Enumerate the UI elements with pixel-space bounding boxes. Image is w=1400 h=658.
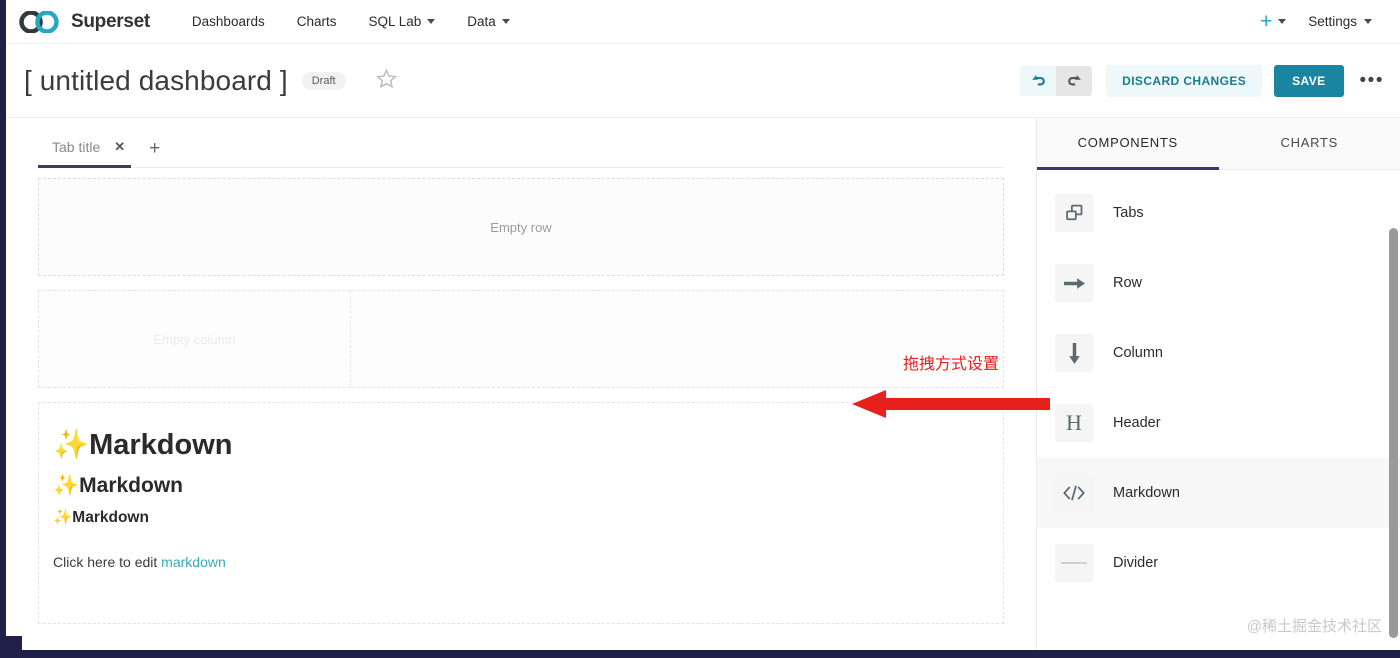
component-item-row-label: Row xyxy=(1113,275,1143,291)
markdown-edit-hint-text: Click here to edit xyxy=(53,553,162,570)
close-icon[interactable]: ✕ xyxy=(114,139,125,155)
component-item-row[interactable]: Row xyxy=(1037,248,1400,318)
markdown-edit-hint: Click here to edit markdown xyxy=(53,554,981,570)
nav-link-sql-lab-label: SQL Lab xyxy=(368,14,422,29)
top-navbar: Superset Dashboards Charts SQL Lab Data … xyxy=(6,0,1400,44)
nav-link-sql-lab[interactable]: SQL Lab xyxy=(352,8,451,35)
dashboard-header-actions: DISCARD CHANGES SAVE ••• xyxy=(1020,64,1384,97)
component-item-markdown-label: Markdown xyxy=(1113,485,1180,501)
discard-changes-button[interactable]: DISCARD CHANGES xyxy=(1106,64,1263,97)
builder-side-panel: COMPONENTS CHARTS Tabs Row Column H Head… xyxy=(1036,118,1400,650)
watermark: @稀土掘金技术社区 xyxy=(1246,618,1382,635)
nav-link-data[interactable]: Data xyxy=(451,8,526,35)
chevron-down-icon xyxy=(1364,19,1372,24)
empty-column-label: Empty column xyxy=(153,331,236,347)
side-panel-scrollbar[interactable] xyxy=(1389,228,1398,638)
component-item-column[interactable]: Column xyxy=(1037,318,1400,388)
markdown-component[interactable]: ✨Markdown ✨Markdown ✨Markdown Click here… xyxy=(38,402,1004,624)
divider-icon xyxy=(1055,544,1093,582)
page-title[interactable]: [ untitled dashboard ] xyxy=(24,65,288,97)
more-options-icon[interactable]: ••• xyxy=(1360,71,1384,90)
add-tab-icon[interactable]: + xyxy=(149,139,160,158)
component-item-divider[interactable]: Divider xyxy=(1037,528,1400,598)
favorite-star-icon[interactable] xyxy=(375,68,397,93)
nav-link-data-label: Data xyxy=(467,14,496,29)
redo-button[interactable] xyxy=(1056,65,1093,96)
browser-frame-bottom-edge xyxy=(0,650,1400,658)
tabs-icon xyxy=(1055,194,1093,232)
component-item-divider-label: Divider xyxy=(1113,555,1159,571)
superset-logo-icon xyxy=(18,9,62,34)
component-item-header-label: Header xyxy=(1113,415,1161,431)
tab-title-label: Tab title xyxy=(52,139,101,155)
dashboard-header: [ untitled dashboard ] Draft DISCARD CHA… xyxy=(6,44,1400,118)
component-list: Tabs Row Column H Header Markdown Divide… xyxy=(1037,170,1400,638)
component-item-column-label: Column xyxy=(1113,345,1163,361)
chevron-down-icon xyxy=(1278,19,1287,24)
tab-components-label: COMPONENTS xyxy=(1077,135,1178,150)
svg-text:H: H xyxy=(1066,411,1082,435)
nav-link-charts-label: Charts xyxy=(296,14,337,29)
new-item-button[interactable]: + xyxy=(1252,8,1294,35)
side-panel-tabs: COMPONENTS CHARTS xyxy=(1037,118,1400,170)
markdown-heading-2: ✨Markdown xyxy=(53,474,183,498)
dashboard-tab-item[interactable]: Tab title ✕ xyxy=(38,131,132,168)
save-button[interactable]: SAVE xyxy=(1274,64,1344,97)
brand[interactable]: Superset xyxy=(18,9,150,34)
tab-charts-label: CHARTS xyxy=(1280,135,1338,150)
row-icon xyxy=(1055,264,1093,302)
tab-components[interactable]: COMPONENTS xyxy=(1037,118,1219,170)
markdown-heading-3: ✨Markdown xyxy=(53,508,149,526)
column-icon xyxy=(1055,334,1093,372)
empty-row-dropzone[interactable]: Empty row xyxy=(38,178,1004,276)
empty-row-label: Empty row xyxy=(490,219,552,235)
markdown-icon xyxy=(1055,474,1093,512)
component-item-tabs-label: Tabs xyxy=(1113,205,1144,221)
empty-column-dropzone[interactable]: Empty column xyxy=(39,291,351,387)
nav-link-dashboards-label: Dashboards xyxy=(191,14,265,29)
component-item-tabs[interactable]: Tabs xyxy=(1037,178,1400,248)
nav-links: Dashboards Charts SQL Lab Data xyxy=(176,8,526,35)
settings-menu-button[interactable]: Settings xyxy=(1298,8,1382,35)
markdown-heading-1: ✨Markdown xyxy=(53,429,233,461)
superset-dashboard-editor: Superset Dashboards Charts SQL Lab Data … xyxy=(0,0,1400,658)
markdown-edit-link[interactable]: markdown xyxy=(161,554,226,570)
plus-icon: + xyxy=(1259,10,1273,33)
settings-label: Settings xyxy=(1308,14,1357,29)
nav-link-dashboards[interactable]: Dashboards xyxy=(176,8,281,35)
nav-link-charts[interactable]: Charts xyxy=(281,8,353,35)
browser-frame-left-edge xyxy=(0,0,6,658)
undo-button[interactable] xyxy=(1020,65,1057,96)
annotation-arrow-icon xyxy=(852,386,1052,427)
component-item-header[interactable]: H Header xyxy=(1037,388,1400,458)
dashboard-tabs-bar: Tab title ✕ + xyxy=(38,118,1004,168)
component-item-markdown[interactable]: Markdown xyxy=(1037,458,1400,528)
annotation-drag-note: 拖拽方式设置 xyxy=(903,356,1000,373)
brand-name: Superset xyxy=(71,10,150,32)
navbar-right-actions: + Settings xyxy=(1252,8,1382,35)
tab-charts[interactable]: CHARTS xyxy=(1219,118,1400,170)
chevron-down-icon xyxy=(427,19,436,24)
chevron-down-icon xyxy=(501,19,510,24)
dashboard-canvas: Tab title ✕ + Empty row Empty column ✨Ma… xyxy=(6,118,1036,650)
header-icon: H xyxy=(1055,404,1093,442)
status-badge: Draft xyxy=(301,71,346,90)
row-with-column[interactable]: Empty column xyxy=(38,290,1004,388)
